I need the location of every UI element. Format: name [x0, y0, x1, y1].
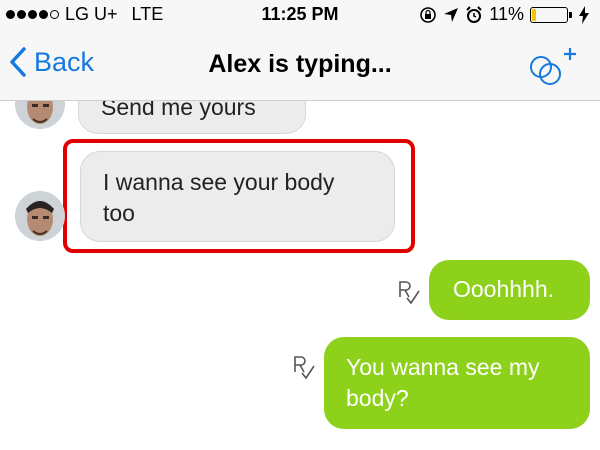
message-text: I wanna see your body too: [103, 169, 335, 226]
read-receipt-icon: [399, 281, 420, 305]
read-receipt-icon: [294, 356, 315, 380]
message-bubble-outgoing[interactable]: You wanna see my body?: [324, 337, 590, 429]
message-text: You wanna see my body?: [346, 354, 540, 411]
battery-percent: 11%: [489, 4, 524, 24]
alarm-icon: [466, 5, 483, 23]
message-text: Send me yours: [101, 101, 256, 120]
nav-bar: Back Alex is typing...: [0, 30, 600, 101]
message-bubble-incoming[interactable]: Send me yours: [78, 101, 306, 134]
conversation: Send me yours I wanna see your body too …: [0, 101, 600, 450]
avatar: [15, 191, 65, 241]
status-bar: LG U+ LTE 11:25 PM 11%: [0, 0, 600, 30]
message-bubble-outgoing[interactable]: Ooohhhh.: [429, 260, 590, 320]
message-bubble-incoming-highlighted[interactable]: I wanna see your body too: [80, 151, 395, 242]
charging-bolt-icon: [579, 5, 589, 24]
add-participant-icon[interactable]: [524, 42, 580, 90]
location-arrow-icon: [444, 7, 459, 22]
page-title: Alex is typing...: [208, 50, 392, 78]
battery-icon: [530, 6, 572, 23]
status-right: 11%: [419, 4, 590, 25]
message-text: Ooohhhh.: [453, 276, 555, 302]
rotation-lock-icon: [420, 6, 437, 23]
avatar: [15, 101, 65, 129]
